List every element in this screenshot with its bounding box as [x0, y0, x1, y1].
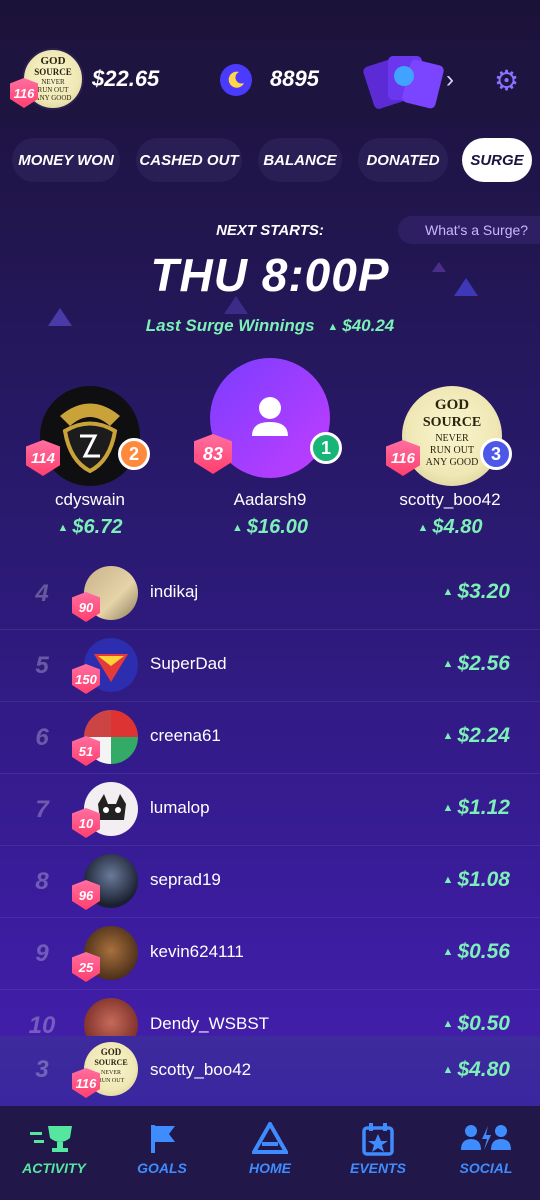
table-row[interactable]: 7 10 lumalop ▲ $1.12 [0, 774, 540, 846]
row-rank: 8 [35, 868, 49, 895]
row-level-badge: 51 [72, 736, 100, 766]
decor-triangle [224, 296, 248, 314]
nav-label: GOALS [137, 1160, 187, 1176]
row-rank: 7 [35, 796, 49, 823]
home-icon [216, 1119, 324, 1161]
last-surge-winnings: Last Surge Winnings ▲ $40.24 [0, 316, 540, 336]
moon-coin-icon [220, 64, 252, 96]
rank-medal-2: 2 [118, 438, 150, 470]
podium-level-1: 83 [194, 434, 232, 474]
podium-name-3[interactable]: scotty_boo42 [360, 490, 540, 510]
podium-avatar-2[interactable] [40, 386, 140, 486]
row-rank: 9 [35, 940, 49, 967]
row-amount: ▲ $2.56 [442, 652, 510, 675]
tab-balance[interactable]: BALANCE [258, 138, 342, 182]
podium-amount-2: ▲ $6.72 [57, 516, 123, 538]
row-rank: 6 [35, 724, 49, 751]
row-name[interactable]: lumalop [150, 798, 210, 818]
nav-social[interactable]: SOCIAL [432, 1106, 540, 1200]
table-row[interactable]: 6 51 creena61 ▲ $2.24 [0, 702, 540, 774]
row-name[interactable]: indikaj [150, 582, 198, 602]
row-amount: ▲ $1.08 [442, 868, 510, 891]
table-row[interactable]: 8 96 seprad19 ▲ $1.08 [0, 846, 540, 918]
next-starts-label: NEXT STARTS: [216, 222, 324, 239]
nav-activity[interactable]: ACTIVITY [0, 1106, 108, 1200]
people-icon [432, 1122, 540, 1161]
balance-amount[interactable]: $22.65 [92, 66, 159, 92]
podium-amount-1: ▲ $16.00 [231, 516, 309, 538]
row-name[interactable]: Dendy_WSBST [150, 1014, 269, 1034]
up-arrow-icon: ▲ [327, 320, 339, 333]
rank-medal-3: 3 [480, 438, 512, 470]
row-level-badge: 25 [72, 952, 100, 982]
my-name[interactable]: scotty_boo42 [150, 1060, 251, 1080]
flag-icon [108, 1122, 216, 1161]
row-rank: 5 [35, 652, 49, 679]
table-row[interactable]: 5 150 SuperDad ▲ $2.56 [0, 630, 540, 702]
leaderboard-tabs: MONEY WON CASHED OUT BALANCE DONATED SUR… [0, 138, 540, 182]
podium-name-2[interactable]: cdyswain [0, 490, 180, 510]
my-level-badge: 116 [72, 1068, 100, 1098]
row-amount: ▲ $1.12 [442, 796, 510, 819]
calendar-star-icon [324, 1122, 432, 1161]
row-level-badge: 150 [72, 664, 100, 694]
row-amount: ▲ $0.50 [442, 1012, 510, 1035]
row-level-badge: 90 [72, 592, 100, 622]
tab-money-won[interactable]: MONEY WON [12, 138, 120, 182]
row-amount: ▲ $3.20 [442, 580, 510, 603]
tab-cashed-out[interactable]: CASHED OUT [136, 138, 242, 182]
row-name[interactable]: creena61 [150, 726, 221, 746]
nav-label: HOME [249, 1160, 291, 1176]
chevron-right-icon[interactable]: › [446, 66, 454, 94]
podium-avatar-3[interactable]: GOD SOURCE NEVER RUN OUT ANY GOOD [402, 386, 502, 486]
my-rank: 3 [35, 1056, 49, 1083]
gear-icon[interactable]: ⚙ [494, 64, 519, 97]
tab-donated[interactable]: DONATED [358, 138, 448, 182]
trophy-icon [0, 1122, 108, 1161]
row-level-badge: 10 [72, 808, 100, 838]
podium-amount-3: ▲ $4.80 [417, 516, 483, 538]
my-rank-row[interactable]: 3 GOD SOURCE NEVER RUN OUT 116 scotty_bo… [0, 1036, 540, 1106]
my-amount: ▲ $4.80 [442, 1058, 510, 1081]
table-row[interactable]: 4 90 indikaj ▲ $3.20 [0, 558, 540, 630]
row-rank: 4 [35, 580, 49, 607]
last-surge-amount: $40.24 [342, 316, 395, 335]
decor-triangle [432, 262, 446, 272]
bottom-nav: ACTIVITY GOALS HOME EVENTS SOCIAL [0, 1106, 540, 1200]
last-surge-label: Last Surge Winnings [145, 316, 315, 335]
nav-goals[interactable]: GOALS [108, 1106, 216, 1200]
podium: 114 2 cdyswain ▲ $6.72 83 1 Aadarsh9 ▲ $16… [0, 358, 540, 550]
table-row[interactable]: 9 25 kevin624111 ▲ $0.56 [0, 918, 540, 990]
nav-label: ACTIVITY [22, 1160, 86, 1176]
nav-label: SOCIAL [459, 1160, 513, 1176]
nav-events[interactable]: EVENTS [324, 1106, 432, 1200]
nav-home[interactable]: HOME [216, 1106, 324, 1200]
decor-triangle [454, 278, 478, 296]
rewards-cards-icon[interactable] [362, 52, 445, 111]
row-amount: ▲ $0.56 [442, 940, 510, 963]
podium-level-3: 116 [386, 440, 420, 476]
row-name[interactable]: seprad19 [150, 870, 221, 890]
nav-label: EVENTS [349, 1160, 406, 1176]
row-name[interactable]: kevin624111 [150, 942, 244, 962]
status-bar [0, 0, 540, 44]
top-bar: GOD SOURCE NEVER RUN OUT ANY GOOD 116 $2… [0, 40, 540, 120]
row-amount: ▲ $2.24 [442, 724, 510, 747]
rank-medal-1: 1 [310, 432, 342, 464]
podium-name-1[interactable]: Aadarsh9 [180, 490, 360, 510]
coin-count[interactable]: 8895 [270, 66, 319, 92]
row-level-badge: 96 [72, 880, 100, 910]
tab-surge[interactable]: SURGE [462, 138, 532, 182]
decor-triangle [48, 308, 72, 326]
row-name[interactable]: SuperDad [150, 654, 227, 674]
